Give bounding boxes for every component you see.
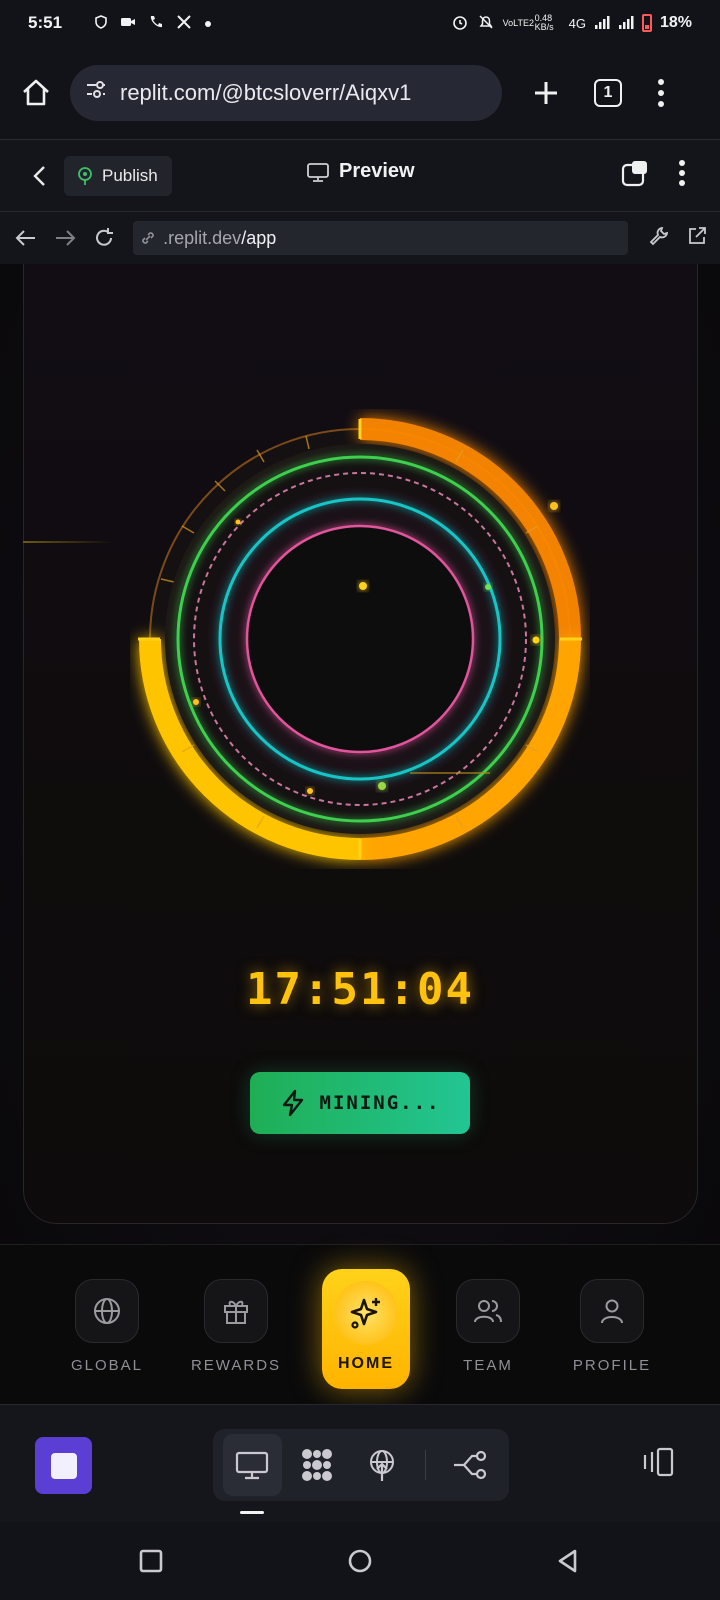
tool-deploy-button[interactable] [353, 1434, 412, 1496]
browser-toolbar: replit.com/@btcsloverr/Aiqxv1 1 [0, 46, 720, 140]
lightning-icon [282, 1089, 303, 1117]
address-prefix: .replit.dev [163, 227, 242, 248]
data-rate: 0.48 KB/s [534, 13, 554, 32]
mining-timer: 17:51:04 [246, 964, 474, 1015]
network-type: 4G [568, 15, 586, 31]
globe-icon [94, 1298, 120, 1324]
browser-menu-button[interactable] [658, 78, 664, 107]
address-path: /app [241, 227, 277, 248]
webview-reload-button[interactable] [90, 224, 117, 252]
packages-icon [302, 1449, 333, 1481]
monitor-icon [307, 162, 329, 182]
replit-bottom-toolbar [0, 1404, 720, 1522]
webview-toolbar: .replit.dev/app [0, 212, 720, 264]
signal-1-icon [594, 14, 610, 33]
mining-button[interactable]: MINING... [250, 1072, 470, 1134]
webview-forward-button[interactable] [51, 224, 78, 252]
video-notification-icon [120, 15, 136, 31]
pink-inner-ring [245, 524, 475, 754]
tool-separator [425, 1450, 427, 1480]
stop-icon [50, 1452, 77, 1479]
tool-preview-button[interactable] [223, 1434, 282, 1496]
arrow-left-icon [15, 230, 35, 246]
workflow-icon [453, 1450, 486, 1480]
publish-label: Publish [102, 165, 158, 185]
link-icon [142, 232, 154, 244]
preview-title[interactable]: Preview [307, 160, 415, 183]
url-bar[interactable]: replit.com/@btcsloverr/Aiqxv1 [70, 64, 502, 121]
battery-percent: 18% [659, 14, 692, 31]
status-bar: 5:51 VoLTE2 0.48 KB/s 4G 18% [0, 0, 720, 46]
shield-notification-icon [94, 14, 108, 32]
tab-profile-label: PROFILE [572, 1357, 652, 1374]
layout-panel-icon [643, 1447, 674, 1477]
home-icon [23, 79, 49, 105]
publish-button[interactable]: Publish [64, 155, 172, 196]
battery-icon [641, 14, 652, 32]
active-tool-indicator [240, 1511, 264, 1514]
tab-rewards[interactable]: REWARDS [176, 1279, 296, 1374]
tool-group [213, 1429, 509, 1501]
alarm-icon [451, 13, 469, 34]
more-notifications-dot-icon [204, 15, 212, 31]
monitor-icon [236, 1451, 269, 1480]
mute-bell-icon [477, 13, 495, 34]
webview-back-button[interactable] [12, 224, 39, 252]
stop-button[interactable] [35, 1437, 92, 1494]
home-nav-button[interactable] [347, 1548, 373, 1574]
preview-title-text: Preview [339, 160, 415, 182]
tool-workflow-button[interactable] [440, 1434, 499, 1496]
site-settings-icon[interactable] [84, 78, 108, 107]
layout-toggle-button[interactable] [640, 1447, 674, 1482]
mining-progress-ring [138, 418, 582, 860]
missed-call-icon [148, 14, 164, 33]
back-button[interactable] [20, 156, 60, 196]
signal-2-icon [618, 14, 634, 33]
chevron-left-icon [33, 165, 45, 186]
tab-team[interactable]: TEAM [428, 1279, 548, 1374]
tab-switcher-button[interactable]: 1 [594, 78, 622, 107]
decorative-streak [23, 541, 113, 543]
app-viewport: 17:51:04 MINING... [0, 264, 720, 1398]
tab-rewards-label: REWARDS [190, 1357, 282, 1374]
tab-home[interactable]: HOME [322, 1269, 410, 1389]
more-options-icon[interactable] [678, 159, 686, 192]
recents-button[interactable] [138, 1548, 164, 1574]
devtools-wrench-icon[interactable] [648, 225, 670, 252]
tab-global-label: GLOBAL [70, 1357, 144, 1374]
replit-header: Publish Preview [0, 140, 720, 212]
x-app-icon [176, 14, 192, 33]
tab-profile[interactable]: PROFILE [552, 1279, 672, 1374]
publish-icon [78, 166, 92, 185]
new-tab-button[interactable] [526, 73, 566, 113]
gift-icon [224, 1300, 248, 1324]
tool-packages-button[interactable] [288, 1434, 347, 1496]
arrow-right-icon [55, 230, 75, 246]
tab-team-label: TEAM [463, 1357, 513, 1374]
reload-icon [95, 228, 113, 246]
sparkles-icon [350, 1298, 380, 1329]
users-icon [474, 1300, 502, 1323]
plus-icon [535, 81, 557, 104]
user-icon [601, 1299, 623, 1324]
android-navigation-bar [0, 1522, 720, 1600]
mining-button-label: MINING... [319, 1092, 441, 1114]
app-tab-bar: GLOBAL REWARDS HOME TEAM PROFILE [0, 1244, 720, 1404]
home-button[interactable] [18, 75, 54, 111]
webview-address-bar[interactable]: .replit.dev/app [133, 221, 629, 255]
back-nav-button[interactable] [555, 1548, 581, 1574]
url-text[interactable]: replit.com/@btcsloverr/Aiqxv1 [120, 80, 411, 106]
tab-home-label: HOME [338, 1355, 394, 1372]
deploy-icon [369, 1450, 394, 1481]
open-external-icon[interactable] [686, 225, 708, 252]
volte-indicator: VoLTE2 [502, 17, 534, 28]
tab-global[interactable]: GLOBAL [47, 1279, 167, 1374]
status-time: 5:51 [28, 13, 63, 32]
new-tab-pane-icon[interactable] [620, 158, 650, 193]
